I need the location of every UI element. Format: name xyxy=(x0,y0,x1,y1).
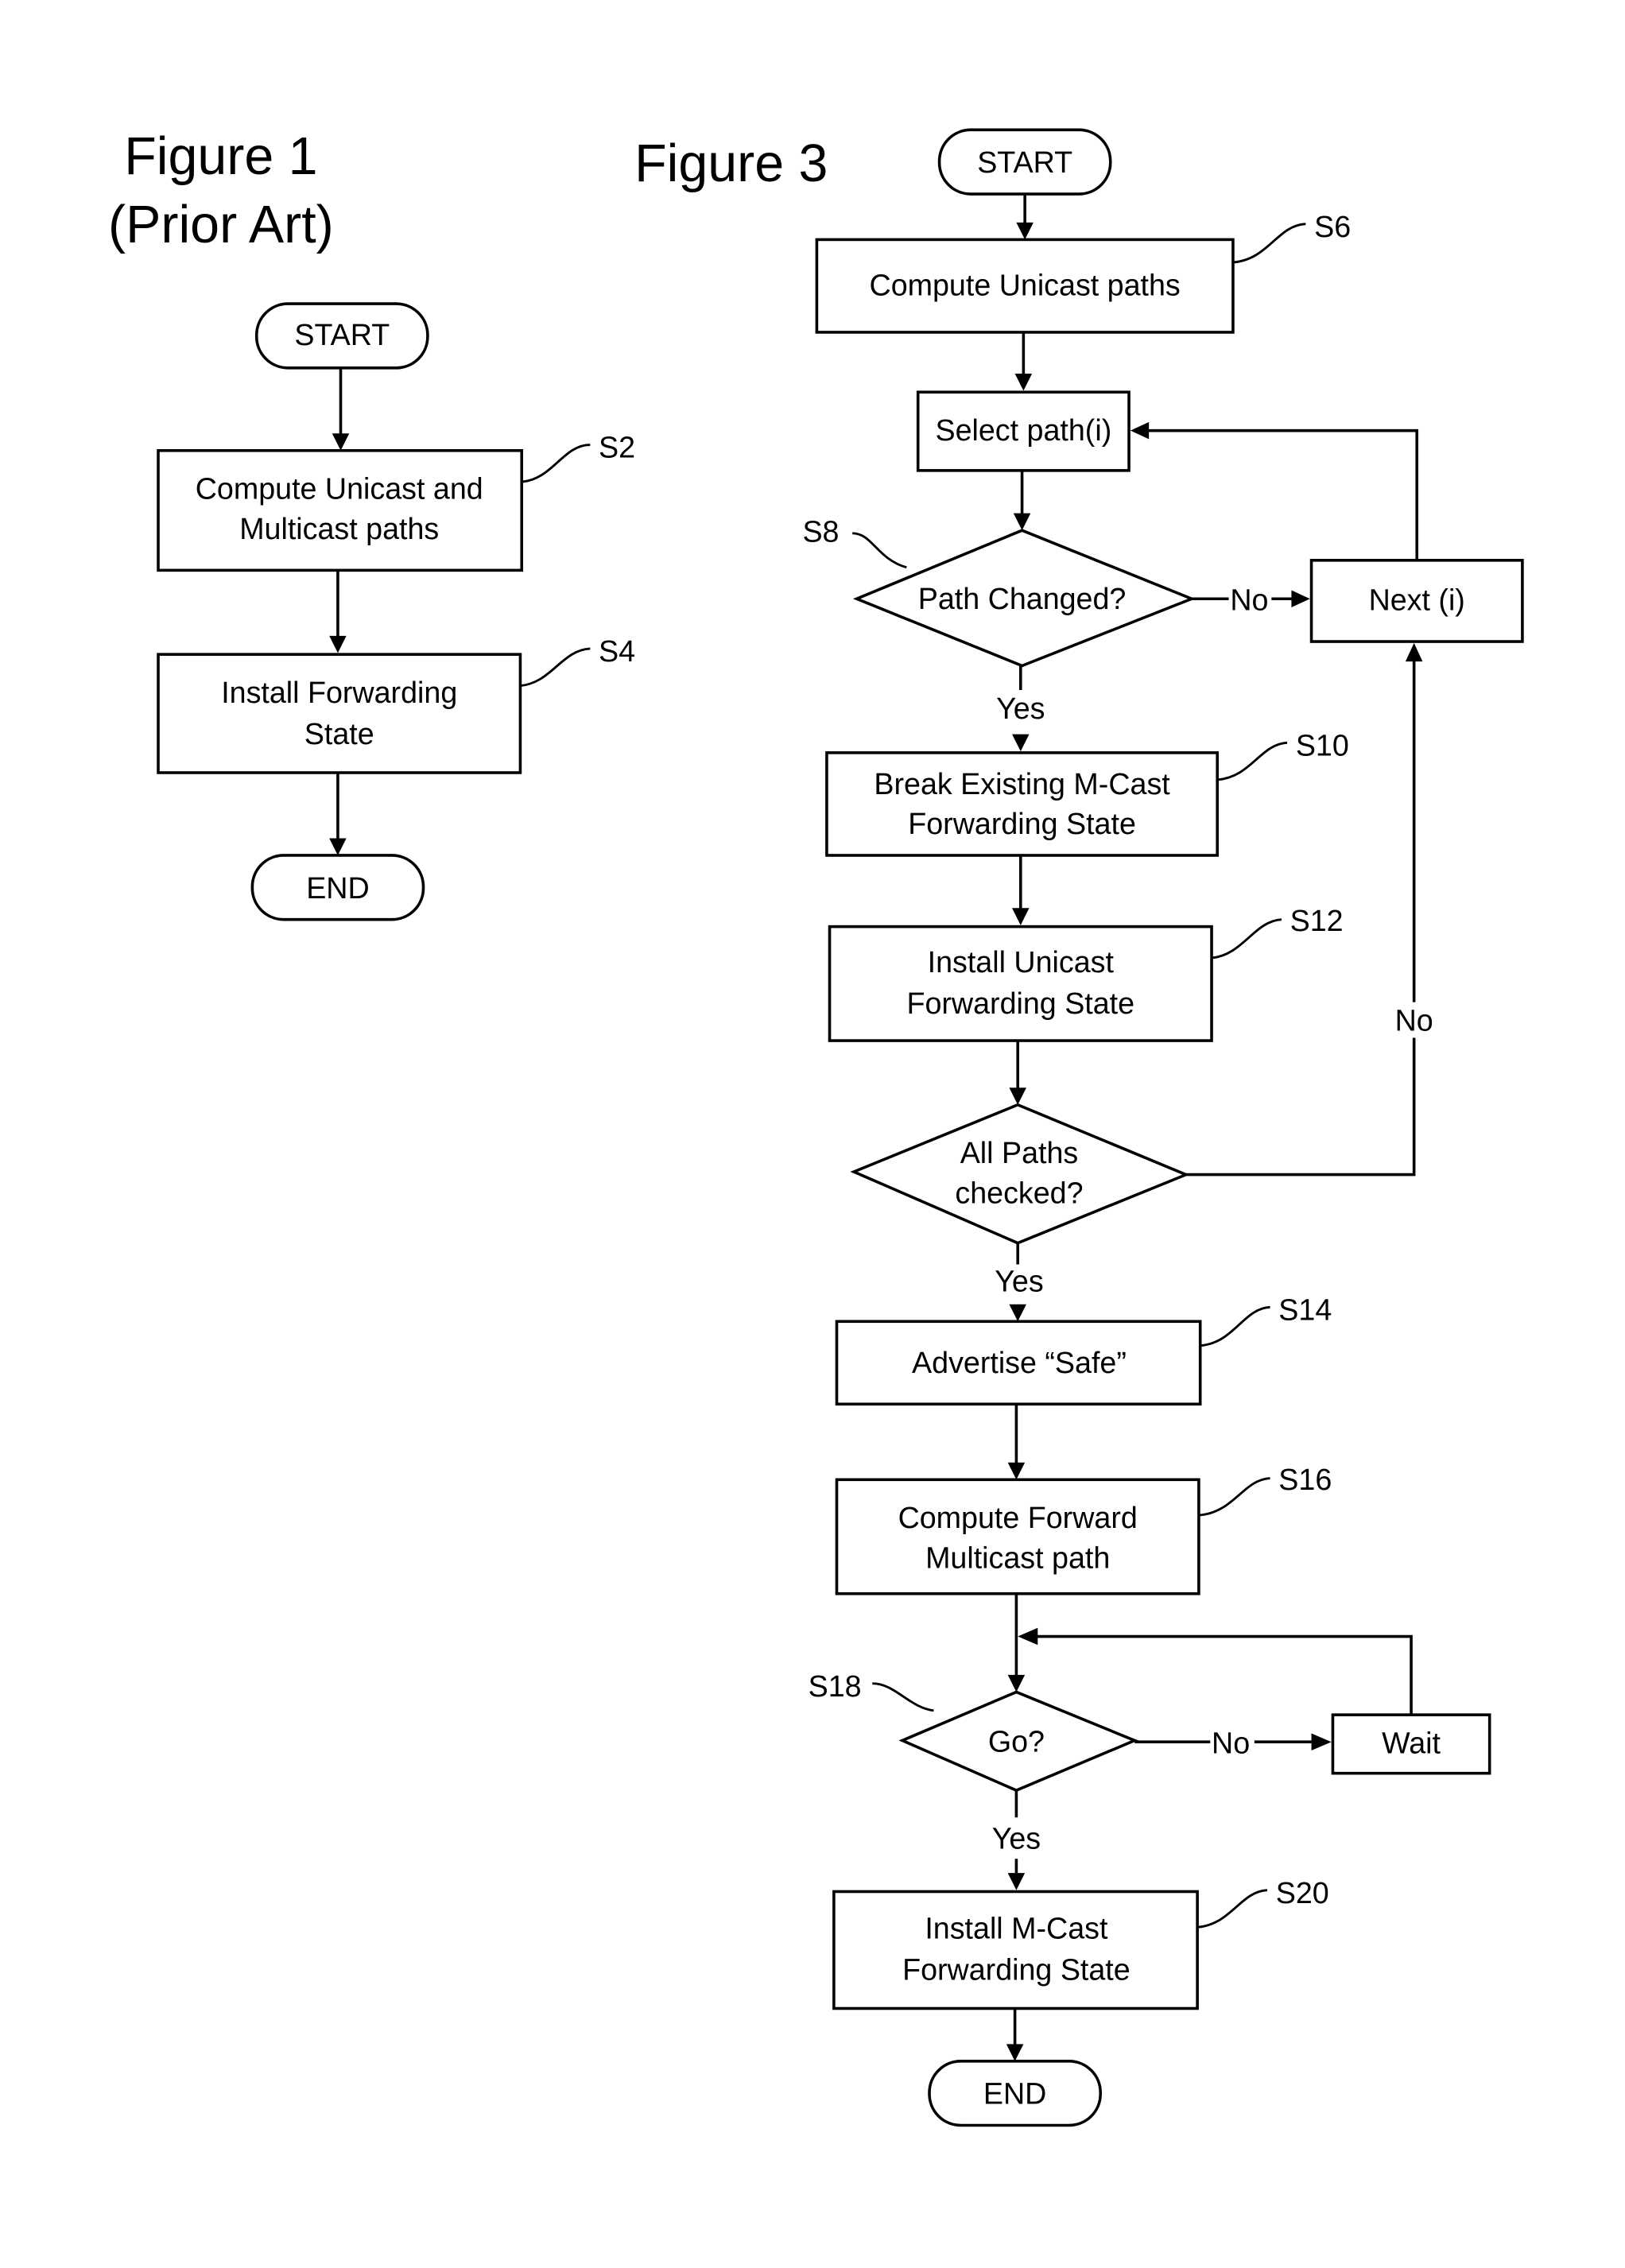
leader-line xyxy=(1200,1305,1270,1347)
leader-line xyxy=(1211,918,1282,960)
fig3-wait-text: Wait xyxy=(1382,1727,1441,1760)
fig3-allpaths-line2: checked? xyxy=(955,1176,1083,1209)
fig3-ref-s8: S8 xyxy=(802,515,839,549)
fig3-start-label: START xyxy=(977,145,1072,179)
leader-line xyxy=(520,647,591,688)
fig3-s10-line2: Forwarding State xyxy=(908,807,1136,840)
fig3-s10-line1: Break Existing M-Cast xyxy=(874,767,1170,801)
fig3-s12-line1: Install Unicast xyxy=(928,945,1115,979)
arrowhead-icon xyxy=(329,838,347,855)
fig3-ref-s12: S12 xyxy=(1290,904,1344,937)
fig3-ref-s10: S10 xyxy=(1296,728,1349,762)
arrowhead-icon xyxy=(329,635,347,653)
fig3-s18-yes-label: Yes xyxy=(992,1822,1041,1855)
fig1-step-s4 xyxy=(157,653,522,774)
fig3-s20-line1: Install M-Cast xyxy=(925,1912,1108,1945)
fig3-next-text: Next (i) xyxy=(1369,583,1465,617)
fig3-s16-line1: Compute Forward xyxy=(898,1501,1138,1534)
fig1-s4-line2: State xyxy=(304,717,374,750)
figure-3: Figure 3 START Compute Unicast paths S6 … xyxy=(634,128,1524,2127)
fig3-s8-no-label: No xyxy=(1230,583,1268,617)
arrowhead-icon xyxy=(1014,373,1033,391)
fig1-ref-s4: S4 xyxy=(599,634,635,668)
fig3-step-s16 xyxy=(835,1478,1200,1595)
leader-line xyxy=(522,444,591,483)
arrowhead-icon xyxy=(1013,513,1031,531)
fig3-s14-text: Advertise “Safe” xyxy=(912,1346,1127,1379)
arrowhead-icon xyxy=(1405,642,1423,662)
fig3-allpaths-line1: All Paths xyxy=(960,1136,1079,1169)
fig1-step-s2 xyxy=(157,448,524,572)
arrowhead-icon xyxy=(1009,1087,1026,1105)
arrowhead-icon xyxy=(1311,1733,1332,1750)
arrowhead-icon xyxy=(1009,1304,1026,1322)
fig3-select-text: Select path(i) xyxy=(935,413,1111,447)
arrowhead-icon xyxy=(1018,1627,1038,1646)
figure-3-title: Figure 3 xyxy=(634,134,828,193)
leader-line xyxy=(872,1682,934,1712)
fig1-end-label: END xyxy=(306,871,369,905)
fig3-loop-connector xyxy=(1034,1634,1413,1716)
fig3-loop-connector xyxy=(1146,428,1419,560)
fig3-allpaths-yes-label: Yes xyxy=(995,1265,1043,1298)
fig3-s6-text: Compute Unicast paths xyxy=(870,268,1181,301)
arrowhead-icon xyxy=(1007,1873,1026,1890)
arrowhead-icon xyxy=(1006,2044,1024,2061)
leader-line xyxy=(1196,1889,1268,1929)
leader-line xyxy=(1232,223,1306,264)
flowchart-canvas: Figure 1 (Prior Art) START Compute Unica… xyxy=(108,127,1524,2127)
figure-1-subtitle: (Prior Art) xyxy=(108,196,334,254)
fig3-s8-yes-label: Yes xyxy=(996,692,1045,725)
leader-line xyxy=(1198,1477,1270,1517)
fig3-s20-line2: Forwarding State xyxy=(902,1953,1131,1987)
arrowhead-icon xyxy=(1016,222,1034,240)
fig3-decision-all-paths xyxy=(850,1103,1190,1245)
fig3-step-s12 xyxy=(828,925,1213,1042)
arrowhead-icon xyxy=(332,433,350,451)
fig3-allpaths-no-label: No xyxy=(1395,1004,1433,1037)
fig3-loop-connector xyxy=(1185,1037,1416,1177)
fig3-ref-s6: S6 xyxy=(1314,210,1351,243)
fig3-end-label: END xyxy=(983,2077,1046,2111)
fig3-s18-text: Go? xyxy=(988,1725,1045,1758)
fig1-start-label: START xyxy=(294,318,390,351)
fig1-s4-line1: Install Forwarding xyxy=(221,676,457,709)
fig3-ref-s18: S18 xyxy=(809,1669,862,1703)
fig3-s12-line2: Forwarding State xyxy=(906,987,1134,1020)
fig1-ref-s2: S2 xyxy=(599,431,635,464)
fig3-step-s20 xyxy=(832,1890,1199,2010)
arrowhead-icon xyxy=(1012,734,1030,752)
fig3-s16-line2: Multicast path xyxy=(925,1541,1110,1574)
arrowhead-icon xyxy=(1012,908,1030,925)
fig3-ref-s14: S14 xyxy=(1278,1293,1332,1326)
leader-line xyxy=(1217,741,1288,781)
arrowhead-icon xyxy=(1007,1674,1026,1692)
fig3-ref-s16: S16 xyxy=(1278,1463,1332,1496)
arrowhead-icon xyxy=(1291,590,1310,607)
arrowhead-icon xyxy=(1130,421,1150,440)
figure-1-title: Figure 1 xyxy=(124,127,317,186)
figure-1: Figure 1 (Prior Art) START Compute Unica… xyxy=(108,127,635,921)
fig1-s2-line1: Compute Unicast and xyxy=(196,472,483,506)
fig3-ref-s20: S20 xyxy=(1276,1876,1329,1909)
fig3-s18-no-label: No xyxy=(1212,1727,1250,1760)
leader-line xyxy=(852,532,907,569)
fig1-s2-line2: Multicast paths xyxy=(239,512,439,545)
fig3-s8-text: Path Changed? xyxy=(918,582,1127,615)
arrowhead-icon xyxy=(1007,1462,1026,1480)
